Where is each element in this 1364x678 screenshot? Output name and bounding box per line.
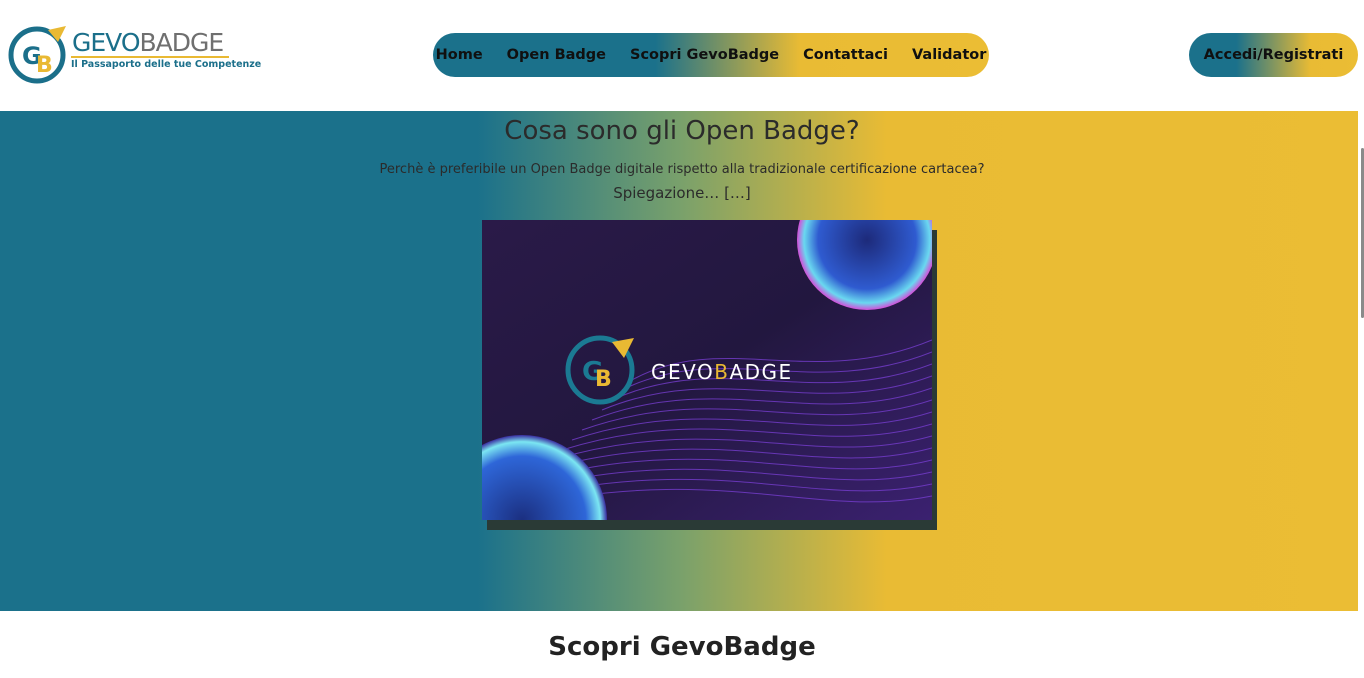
- svg-text:B: B: [36, 53, 53, 78]
- site-header: G B GEVOBADGE Il Passaporto delle tue Co…: [0, 0, 1364, 111]
- nav-validator[interactable]: Validator: [912, 47, 986, 63]
- scopri-section-title: Scopri GevoBadge: [548, 632, 816, 662]
- nav-scopri-gevobadge[interactable]: Scopri GevoBadge: [630, 47, 779, 63]
- logo-wordmark: GEVOBADGE: [72, 28, 224, 57]
- nav-home[interactable]: Home: [436, 47, 483, 63]
- logo-underline: [71, 56, 229, 58]
- hero-title: Cosa sono gli Open Badge?: [504, 116, 860, 146]
- hero-explanation-link[interactable]: Spiegazione… […]: [0, 184, 1364, 202]
- main-nav: Home Open Badge Scopri GevoBadge Contatt…: [433, 33, 989, 77]
- login-register-button[interactable]: Accedi/Registrati: [1189, 33, 1358, 77]
- logo-tagline: Il Passaporto delle tue Competenze: [71, 59, 262, 70]
- svg-text:B: B: [595, 367, 612, 392]
- nav-contattaci[interactable]: Contattaci: [803, 47, 888, 63]
- hero-subtitle: Perchè è preferibile un Open Badge digit…: [379, 162, 985, 177]
- video-brand-text: GEVOBADGE: [651, 360, 793, 384]
- nav-open-badge[interactable]: Open Badge: [507, 47, 606, 63]
